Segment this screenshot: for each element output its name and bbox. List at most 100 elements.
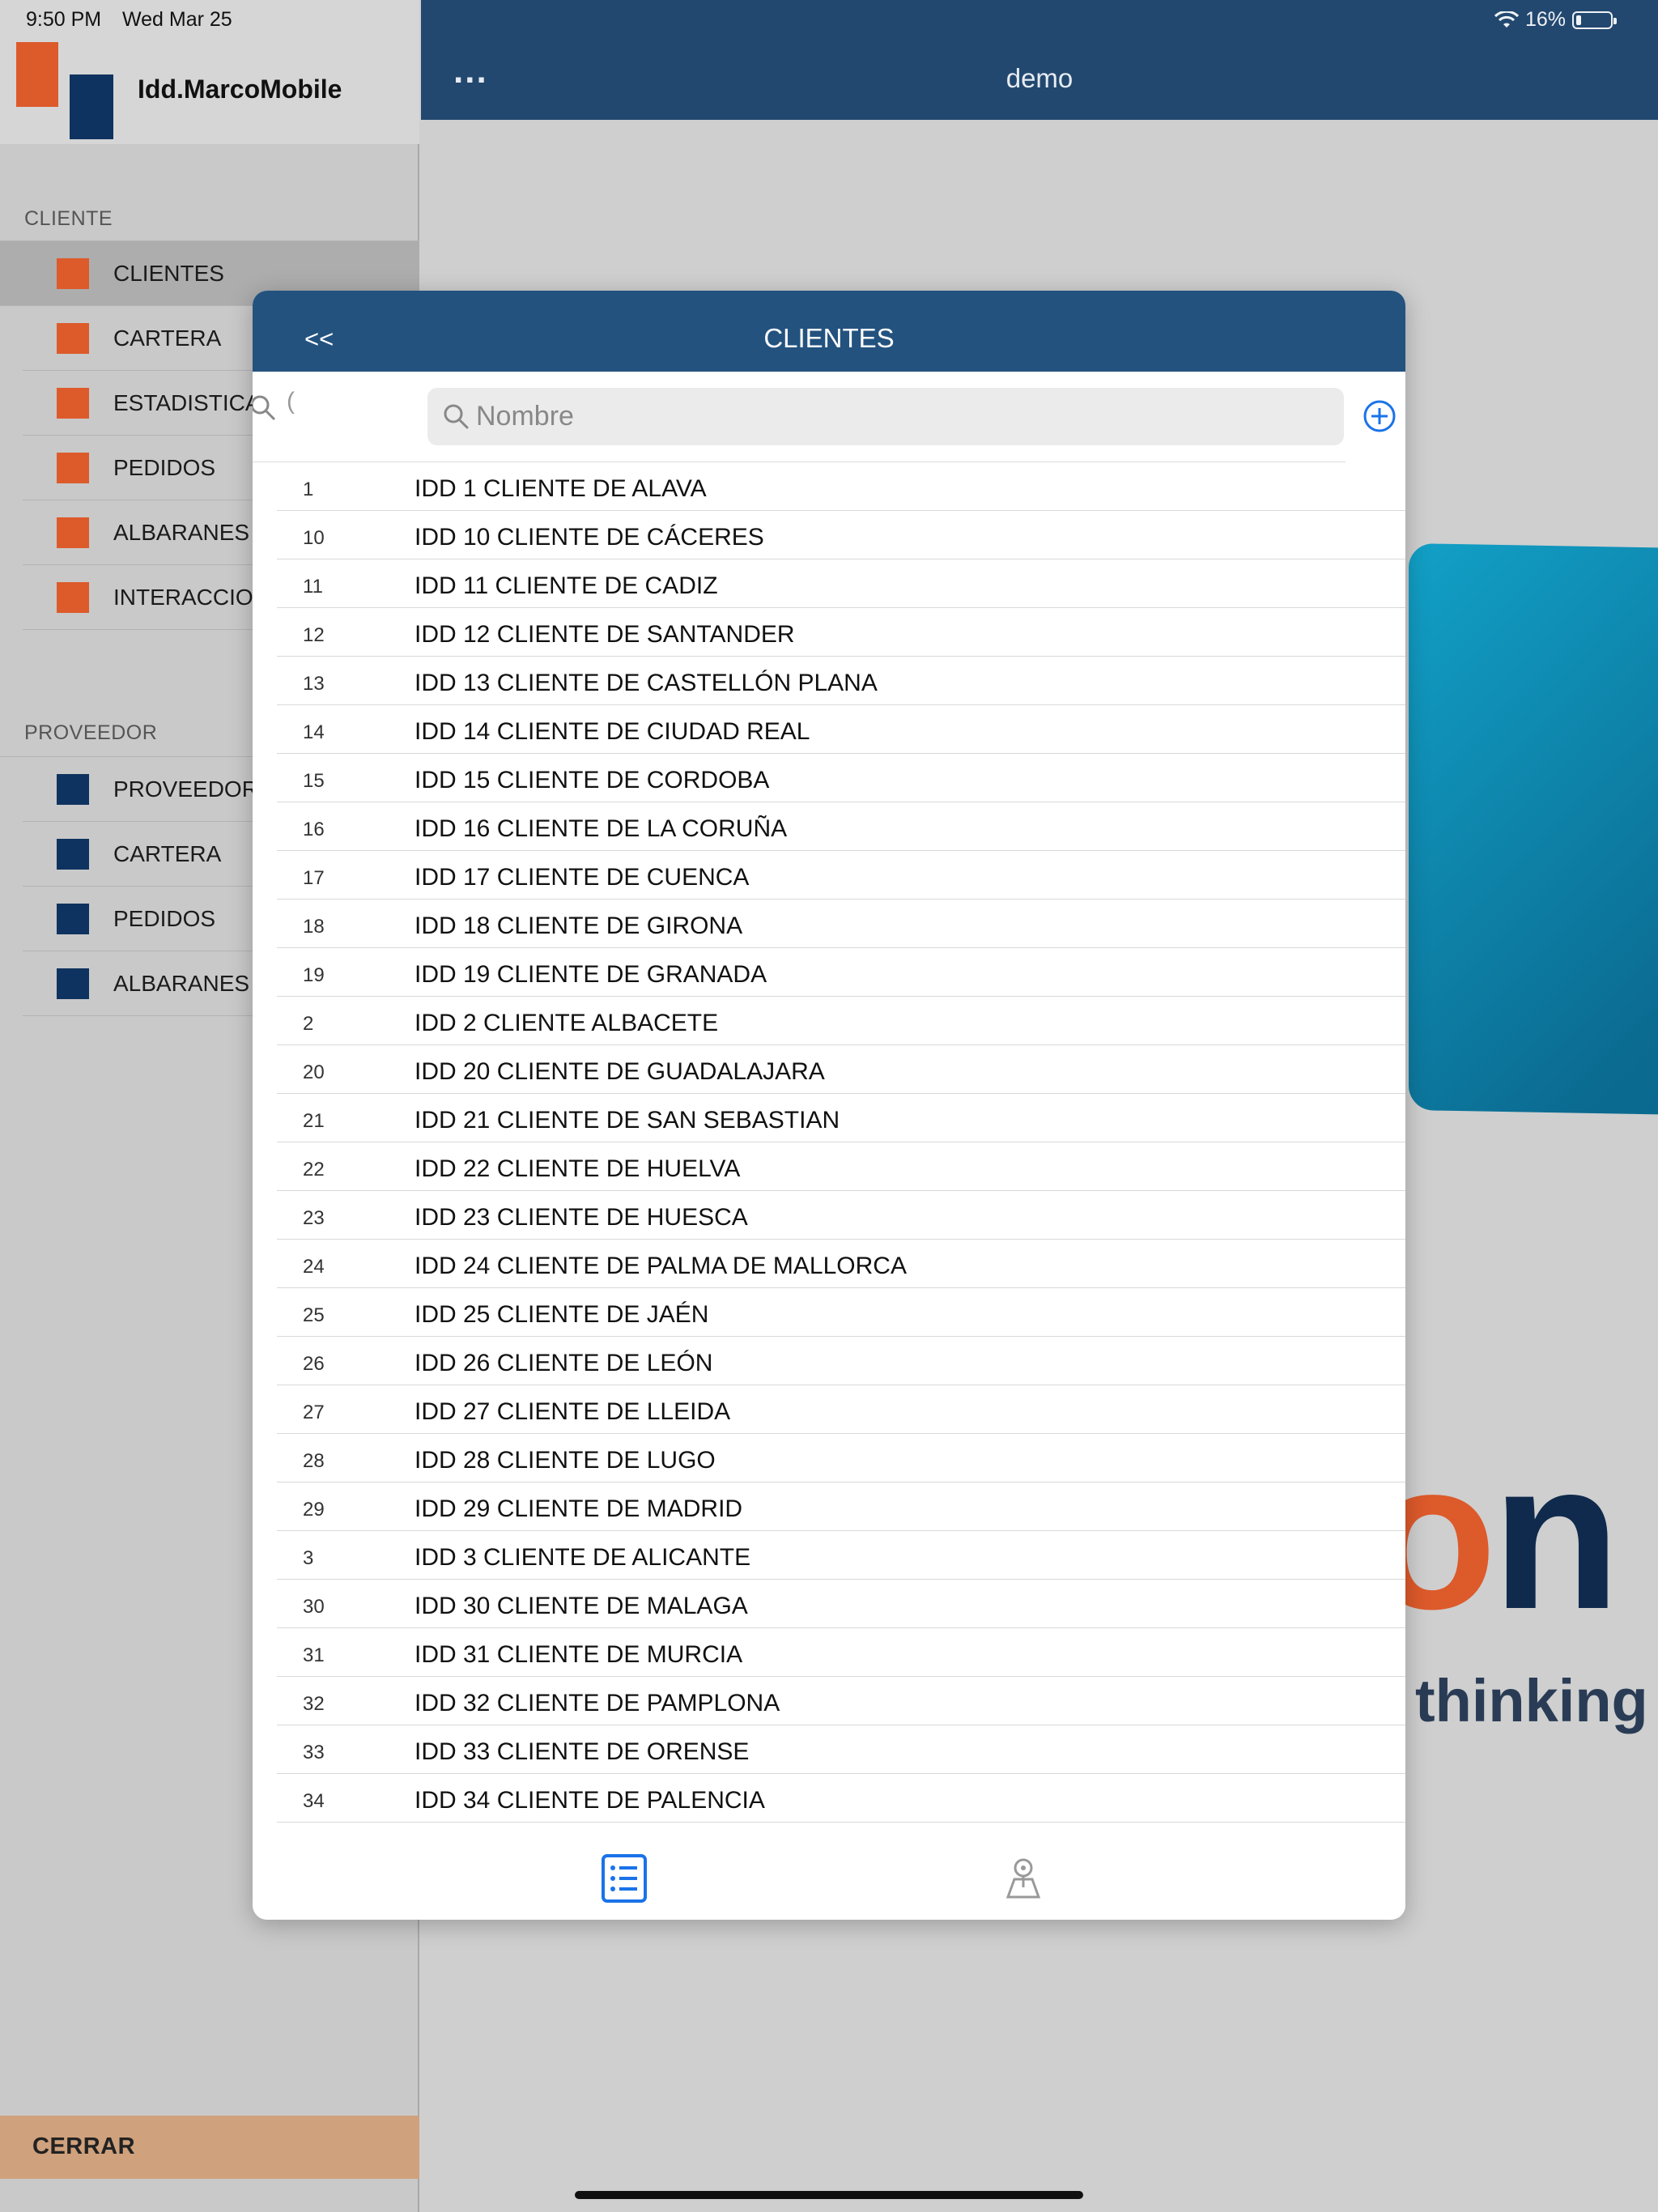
client-code: 28 xyxy=(303,1450,325,1472)
client-name: IDD 17 CLIENTE DE CUENCA xyxy=(414,864,750,891)
client-name: IDD 25 CLIENTE DE JAÉN xyxy=(414,1301,709,1328)
client-name: IDD 1 CLIENTE DE ALAVA xyxy=(414,475,707,502)
cartera-square-icon xyxy=(57,839,89,870)
client-code: 14 xyxy=(303,721,325,743)
client-name: IDD 34 CLIENTE DE PALENCIA xyxy=(414,1787,765,1814)
map-icon[interactable] xyxy=(1003,1855,1044,1900)
client-name: IDD 14 CLIENTE DE CIUDAD REAL xyxy=(414,718,810,745)
client-code: 19 xyxy=(303,964,325,986)
table-row[interactable]: 19 IDD 19 CLIENTE DE GRANADA xyxy=(277,948,1405,997)
client-name: IDD 23 CLIENTE DE HUESCA xyxy=(414,1204,748,1231)
client-code: 26 xyxy=(303,1353,325,1375)
search-input[interactable] xyxy=(476,388,1334,445)
sidebar-item-label: PEDIDOS xyxy=(113,906,216,931)
client-name: IDD 12 CLIENTE DE SANTANDER xyxy=(414,621,795,648)
add-client-icon[interactable] xyxy=(1362,398,1397,434)
table-row[interactable]: 17 IDD 17 CLIENTE DE CUENCA xyxy=(277,851,1405,900)
client-code: 15 xyxy=(303,770,325,792)
client-name: IDD 20 CLIENTE DE GUADALAJARA xyxy=(414,1058,825,1085)
client-code: 22 xyxy=(303,1159,325,1180)
sidebar-header: Idd.MarcoMobile xyxy=(0,0,419,144)
client-name: IDD 24 CLIENTE DE PALMA DE MALLORCA xyxy=(414,1253,907,1279)
clientes-square-icon xyxy=(57,258,89,289)
table-row[interactable]: 22 IDD 22 CLIENTE DE HUELVA xyxy=(277,1142,1405,1191)
table-row[interactable]: 30 IDD 30 CLIENTE DE MALAGA xyxy=(277,1580,1405,1628)
clientes-modal: << CLIENTES ( 1 IDD 1 CLIENTE DE ALAVA 10 I… xyxy=(253,291,1405,1920)
table-row[interactable]: 28 IDD 28 CLIENTE DE LUGO xyxy=(277,1434,1405,1482)
table-row[interactable]: 12 IDD 12 CLIENTE DE SANTANDER xyxy=(277,608,1405,657)
client-code: 20 xyxy=(303,1061,325,1083)
table-row[interactable]: 2 IDD 2 CLIENTE ALBACETE xyxy=(277,997,1405,1045)
client-code: 27 xyxy=(303,1402,325,1423)
main-title: demo xyxy=(1005,63,1073,93)
table-row[interactable]: 29 IDD 29 CLIENTE DE MADRID xyxy=(277,1482,1405,1531)
modal-tabbar xyxy=(253,1837,1405,1920)
table-row[interactable]: 15 IDD 15 CLIENTE DE CORDOBA xyxy=(277,754,1405,802)
left-search-fragment-text: ( xyxy=(287,388,295,415)
table-row[interactable]: 34 IDD 34 CLIENTE DE PALENCIA xyxy=(277,1774,1405,1823)
client-name: IDD 33 CLIENTE DE ORENSE xyxy=(414,1738,750,1765)
table-row[interactable]: 18 IDD 18 CLIENTE DE GIRONA xyxy=(277,900,1405,948)
client-code: 30 xyxy=(303,1596,325,1618)
table-row[interactable]: 1 IDD 1 CLIENTE DE ALAVA xyxy=(277,462,1405,511)
background-logo-n: n xyxy=(1491,1419,1621,1653)
client-name: IDD 22 CLIENTE DE HUELVA xyxy=(414,1155,741,1182)
sidebar-item-label: ESTADISTICAS xyxy=(113,390,276,415)
client-code: 1 xyxy=(303,479,314,500)
client-name: IDD 27 CLIENTE DE LLEIDA xyxy=(414,1398,731,1425)
table-row[interactable]: 21 IDD 21 CLIENTE DE SAN SEBASTIAN xyxy=(277,1094,1405,1142)
close-button[interactable]: CERRAR xyxy=(0,2116,419,2179)
table-row[interactable]: 26 IDD 26 CLIENTE DE LEÓN xyxy=(277,1337,1405,1385)
proveedores-square-icon xyxy=(57,774,89,805)
sidebar-item-label: PEDIDOS xyxy=(113,455,216,480)
table-row[interactable]: 10 IDD 10 CLIENTE DE CÁCERES xyxy=(277,511,1405,559)
table-row[interactable]: 32 IDD 32 CLIENTE DE PAMPLONA xyxy=(277,1677,1405,1725)
app-logo-blue-block xyxy=(70,74,113,139)
table-row[interactable]: 27 IDD 27 CLIENTE DE LLEIDA xyxy=(277,1385,1405,1434)
interacciones-square-icon xyxy=(57,582,89,613)
client-code: 21 xyxy=(303,1110,325,1132)
search-icon xyxy=(253,395,276,421)
list-icon[interactable] xyxy=(601,1853,648,1904)
table-row[interactable]: 24 IDD 24 CLIENTE DE PALMA DE MALLORCA xyxy=(277,1240,1405,1288)
table-row[interactable]: 31 IDD 31 CLIENTE DE MURCIA xyxy=(277,1628,1405,1677)
sidebar-item-label: ALBARANES xyxy=(113,971,250,996)
client-name: IDD 26 CLIENTE DE LEÓN xyxy=(414,1350,713,1376)
table-row[interactable]: 11 IDD 11 CLIENTE DE CADIZ xyxy=(277,559,1405,608)
albaranes-square-icon xyxy=(57,968,89,999)
table-row[interactable]: 33 IDD 33 CLIENTE DE ORENSE xyxy=(277,1725,1405,1774)
table-row[interactable]: 14 IDD 14 CLIENTE DE CIUDAD REAL xyxy=(277,705,1405,754)
table-row[interactable]: 20 IDD 20 CLIENTE DE GUADALAJARA xyxy=(277,1045,1405,1094)
background-logo-shape xyxy=(1409,543,1658,1121)
table-row[interactable]: 3 IDD 3 CLIENTE DE ALICANTE xyxy=(277,1531,1405,1580)
client-code: 13 xyxy=(303,673,325,695)
table-row[interactable]: 23 IDD 23 CLIENTE DE HUESCA xyxy=(277,1191,1405,1240)
client-code: 3 xyxy=(303,1547,314,1569)
client-code: 16 xyxy=(303,819,325,840)
client-name: IDD 16 CLIENTE DE LA CORUÑA xyxy=(414,815,788,842)
sidebar-item-label: CARTERA xyxy=(113,325,222,351)
client-name: IDD 31 CLIENTE DE MURCIA xyxy=(414,1641,743,1668)
client-code: 33 xyxy=(303,1742,325,1763)
modal-title: CLIENTES xyxy=(763,323,895,353)
pedidos-square-icon xyxy=(57,453,89,483)
table-row[interactable]: 16 IDD 16 CLIENTE DE LA CORUÑA xyxy=(277,802,1405,851)
client-code: 29 xyxy=(303,1499,325,1521)
background-tagline: thinking xyxy=(1415,1667,1648,1734)
client-name: IDD 29 CLIENTE DE MADRID xyxy=(414,1495,743,1522)
client-name: IDD 10 CLIENTE DE CÁCERES xyxy=(414,524,764,551)
client-name: IDD 11 CLIENTE DE CADIZ xyxy=(414,572,718,599)
client-code: 23 xyxy=(303,1207,325,1229)
client-code: 11 xyxy=(303,576,323,598)
client-code: 34 xyxy=(303,1790,325,1812)
client-name: IDD 2 CLIENTE ALBACETE xyxy=(414,1010,719,1036)
cartera-square-icon xyxy=(57,323,89,354)
section-label-cliente: CLIENTE xyxy=(24,207,113,230)
table-row[interactable]: 25 IDD 25 CLIENTE DE JAÉN xyxy=(277,1288,1405,1337)
search-bar xyxy=(427,388,1344,445)
section-label-proveedor: PROVEEDOR xyxy=(24,721,158,744)
client-code: 18 xyxy=(303,916,325,938)
home-indicator xyxy=(575,2191,1083,2199)
table-row[interactable]: 13 IDD 13 CLIENTE DE CASTELLÓN PLANA xyxy=(277,657,1405,705)
close-button-label: CERRAR xyxy=(32,2133,136,2159)
